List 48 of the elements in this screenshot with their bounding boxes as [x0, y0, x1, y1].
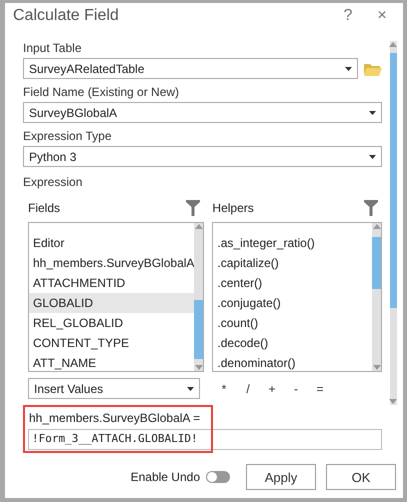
toggle-label: Enable Undo — [130, 470, 200, 484]
list-item[interactable]: hh_members.SurveyBGlobalA — [29, 253, 194, 273]
list-item[interactable]: ATTACHMENTID — [29, 273, 194, 293]
caret-icon — [369, 154, 376, 158]
list-item[interactable]: .capitalize() — [213, 253, 372, 273]
filter-icon[interactable] — [186, 200, 200, 216]
list-item[interactable]: .decode() — [213, 333, 372, 353]
operator-button[interactable]: * — [212, 382, 236, 396]
caret-icon — [187, 386, 194, 390]
toggle-switch[interactable] — [206, 471, 230, 483]
expression-type-dropdown[interactable]: Python 3 — [23, 146, 382, 167]
folder-icon[interactable] — [364, 62, 382, 76]
window-title: Calculate Field — [13, 7, 120, 25]
expression-target: hh_members.SurveyBGlobalA = — [28, 411, 202, 426]
caret-icon — [369, 110, 376, 114]
list-item[interactable]: CONTENT_TYPE — [29, 333, 194, 353]
list-item[interactable]: .center() — [213, 273, 372, 293]
operator-button[interactable]: / — [236, 382, 260, 396]
list-item[interactable]: .count() — [213, 313, 372, 333]
list-item[interactable]: REL_GLOBALID — [29, 313, 194, 333]
operator-button[interactable]: - — [284, 382, 308, 396]
scrollbar[interactable] — [372, 223, 381, 371]
insert-values-dropdown[interactable]: Insert Values — [28, 378, 200, 399]
list-item[interactable]: .denominator() — [213, 353, 372, 371]
list-item[interactable]: ATT_NAME — [29, 353, 194, 371]
section-label: Expression — [23, 175, 84, 190]
operator-button[interactable]: + — [260, 382, 284, 396]
table-dropdown[interactable]: SurveyARelatedTable — [23, 58, 358, 79]
dialog-button[interactable]: Apply — [246, 464, 316, 490]
caret-icon — [345, 66, 352, 70]
list-title: Fields — [28, 201, 60, 215]
scrollbar[interactable] — [194, 223, 204, 371]
list-item[interactable]: Editor — [29, 233, 194, 253]
scrollbar[interactable] — [390, 41, 397, 405]
field-name-dropdown[interactable]: SurveyBGlobalA — [23, 102, 382, 123]
list-title: Helpers — [212, 201, 254, 215]
field-label: Expression Type — [23, 129, 112, 144]
help-button[interactable]: ? — [335, 7, 361, 25]
field-label: Input Table — [23, 41, 82, 56]
list-item[interactable]: GLOBALID — [29, 293, 194, 313]
list-item[interactable]: .as_integer_ratio() — [213, 233, 372, 253]
filter-icon[interactable] — [364, 200, 378, 216]
close-button[interactable]: × — [369, 7, 395, 25]
operator-button[interactable]: = — [308, 382, 332, 396]
expression-input[interactable]: !Form_3__ATTACH.GLOBALID! — [28, 429, 382, 450]
list-item[interactable]: .conjugate() — [213, 293, 372, 313]
field-label: Field Name (Existing or New) — [23, 85, 180, 100]
dialog-button[interactable]: OK — [326, 464, 396, 490]
